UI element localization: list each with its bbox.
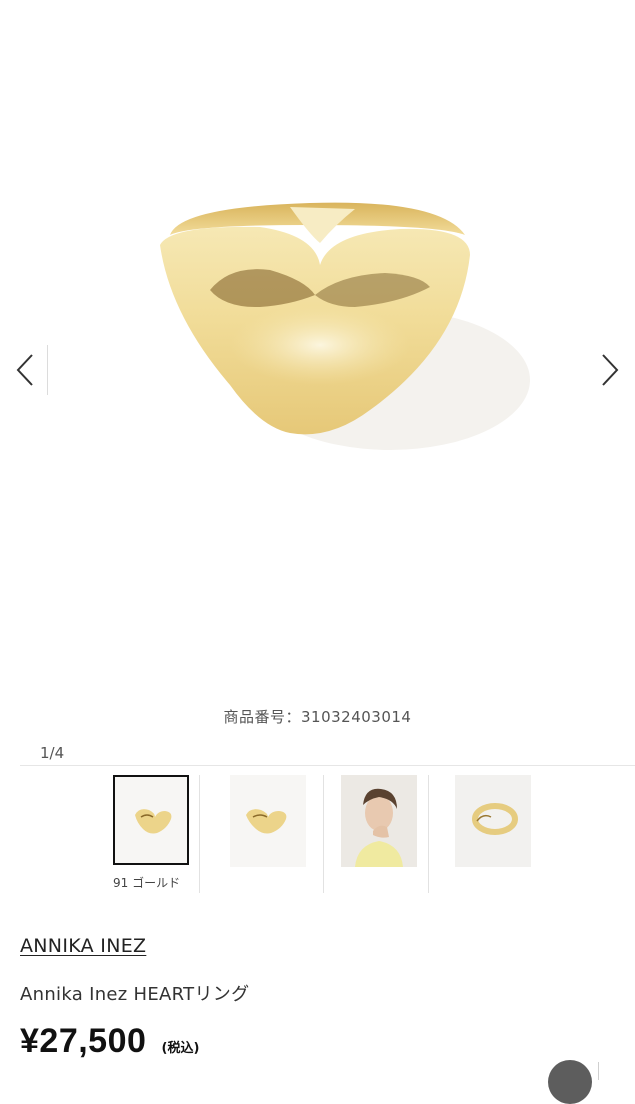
thumbnail-caption: 91 ゴールド: [113, 876, 181, 890]
thumbnail-2[interactable]: [230, 775, 306, 867]
divider: [323, 775, 324, 893]
image-counter: 1/4: [40, 744, 65, 762]
gold-heart-ring-icon: [135, 809, 172, 834]
gold-ring-side-view-icon: [472, 803, 518, 835]
divider: [598, 1062, 599, 1080]
brand-link[interactable]: ANNIKA INEZ: [20, 935, 146, 957]
divider: [428, 775, 429, 893]
product-name: Annika Inez HEARTリング: [20, 984, 250, 1005]
gold-heart-ring-image: [160, 202, 530, 450]
chevron-right-icon: [602, 354, 619, 386]
price-row: ¥27,500 (税込): [20, 1022, 199, 1061]
chevron-left-icon: [16, 354, 33, 386]
previous-image-button[interactable]: [6, 345, 46, 395]
gold-heart-ring-icon: [246, 809, 287, 834]
thumbnail-strip: 91 ゴールド: [0, 775, 635, 895]
tax-note: (税込): [161, 1041, 200, 1056]
thumbnail-4[interactable]: [455, 775, 531, 867]
divider: [199, 775, 200, 893]
divider: [20, 765, 635, 766]
product-code: 商品番号：31032403014: [223, 708, 412, 726]
next-image-button[interactable]: [589, 345, 629, 395]
thumbnail-1[interactable]: [113, 775, 189, 865]
thumbnail-3[interactable]: [341, 775, 417, 867]
floating-action-button[interactable]: [548, 1060, 592, 1104]
divider: [47, 345, 48, 395]
model-wearing-ring-icon: [341, 775, 417, 867]
main-product-image[interactable]: [0, 0, 635, 690]
price: ¥27,500: [20, 1022, 147, 1060]
